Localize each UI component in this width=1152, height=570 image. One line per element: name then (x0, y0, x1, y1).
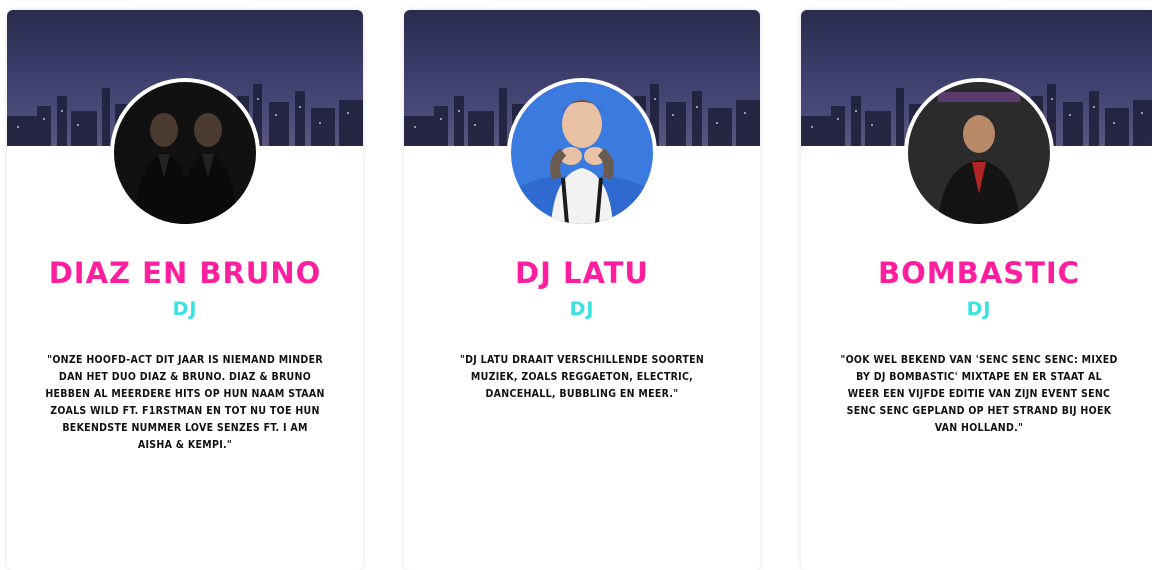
performer-card-dj-latu: DJ Latu DJ "DJ Latu draait verschillende… (404, 10, 760, 570)
performer-name: Bombastic (878, 256, 1080, 290)
performer-role: DJ (966, 298, 992, 320)
performer-name: Diaz en Bruno (48, 256, 322, 290)
performer-quote: "Onze hoofd-act dit jaar is niemand mind… (45, 354, 325, 451)
performer-quote: "Ook wel bekend van 'Senc Senc Senc: Mix… (840, 354, 1118, 434)
performer-photo-bombastic (904, 78, 1054, 228)
performer-name: DJ Latu (515, 256, 649, 290)
performer-photo-latu (507, 78, 657, 228)
performer-role: DJ (569, 298, 595, 320)
performer-quote: "DJ Latu draait verschillende soorten mu… (459, 354, 705, 400)
performer-card-diaz-en-bruno: Diaz en Bruno DJ "Onze hoofd-act dit jaa… (7, 10, 363, 570)
performer-role: DJ (172, 298, 198, 320)
performer-card-bombastic: Bombastic DJ "Ook wel bekend van 'Senc S… (801, 10, 1152, 570)
performer-photo-duo (110, 78, 260, 228)
